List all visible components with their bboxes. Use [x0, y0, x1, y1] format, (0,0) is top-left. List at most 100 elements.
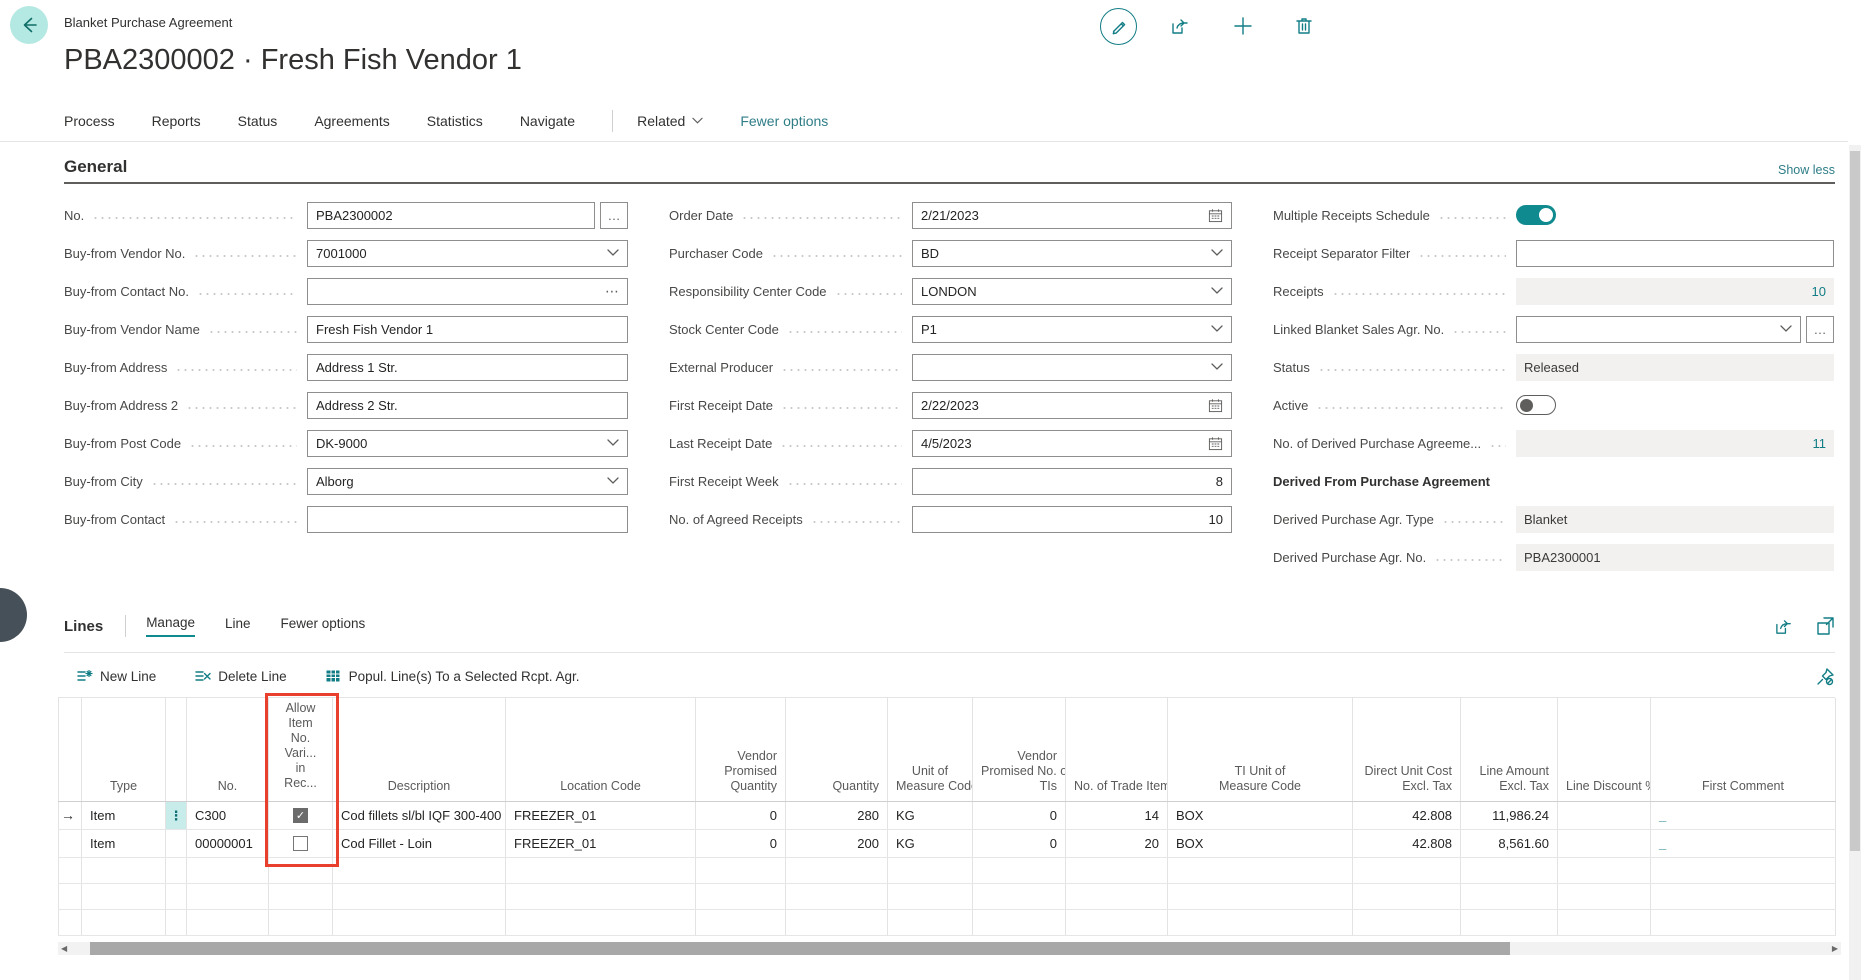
delete-line-button[interactable]: Delete Line	[194, 668, 286, 684]
empty-cell[interactable]	[333, 909, 506, 935]
tab-fewer-options[interactable]: Fewer options	[281, 616, 366, 636]
empty-cell[interactable]	[1651, 857, 1836, 883]
empty-cell[interactable]	[973, 883, 1066, 909]
cell-vpnt[interactable]: 0	[973, 801, 1066, 829]
empty-cell[interactable]	[1558, 883, 1651, 909]
cell-fc[interactable]: _	[1651, 829, 1836, 857]
empty-cell[interactable]	[1353, 883, 1461, 909]
cell-qty[interactable]: 200	[786, 829, 888, 857]
cell-vpq[interactable]: 0	[696, 801, 786, 829]
cell-tiuom[interactable]: BOX	[1168, 829, 1353, 857]
menu-item-process[interactable]: Process	[64, 113, 115, 129]
empty-cell[interactable]	[1461, 883, 1558, 909]
empty-cell[interactable]	[1168, 883, 1353, 909]
empty-cell[interactable]	[506, 909, 696, 935]
empty-cell[interactable]	[696, 883, 786, 909]
cell-allow[interactable]: ✓	[269, 801, 333, 829]
empty-cell[interactable]	[1461, 857, 1558, 883]
column-header-no[interactable]: No.	[187, 698, 269, 801]
scroll-left-arrow[interactable]: ◀	[61, 944, 67, 953]
unpin-pane-button[interactable]	[1816, 667, 1835, 686]
cell-ldisc[interactable]	[1558, 801, 1651, 829]
empty-cell[interactable]	[1168, 857, 1353, 883]
column-header-allow[interactable]: AllowItemNo.Vari...inRec...	[269, 698, 333, 801]
empty-cell[interactable]	[1353, 909, 1461, 935]
tab-line[interactable]: Line	[225, 616, 251, 636]
scroll-right-arrow[interactable]: ▶	[1832, 944, 1838, 953]
cell-noti[interactable]: 20	[1066, 829, 1168, 857]
edit-button[interactable]	[1100, 8, 1137, 45]
empty-cell[interactable]	[82, 883, 166, 909]
field-no-of-agreed-receipts-input[interactable]: 10	[912, 506, 1232, 533]
field-last-receipt-date-input[interactable]: 4/5/2023	[912, 430, 1232, 457]
empty-cell[interactable]	[59, 909, 82, 935]
allow-item-variance-checkbox[interactable]	[293, 836, 308, 851]
share-button[interactable]	[1170, 16, 1191, 36]
field-buy-from-vendor-name-input[interactable]: Fresh Fish Vendor 1	[307, 316, 628, 343]
empty-cell[interactable]	[888, 857, 973, 883]
empty-cell[interactable]	[506, 857, 696, 883]
cell-allow[interactable]	[269, 829, 333, 857]
tab-manage[interactable]: Manage	[146, 615, 195, 637]
empty-cell[interactable]	[269, 857, 333, 883]
cell-fc[interactable]: _	[1651, 801, 1836, 829]
cell-uom[interactable]: KG	[888, 801, 973, 829]
field-responsibility-center-code-input[interactable]: LONDON	[912, 278, 1232, 305]
cell-tiuom[interactable]: BOX	[1168, 801, 1353, 829]
field-stock-center-code-input[interactable]: P1	[912, 316, 1232, 343]
cell-noti[interactable]: 14	[1066, 801, 1168, 829]
field-buy-from-address-input[interactable]: Address 1 Str.	[307, 354, 628, 381]
cell-duc[interactable]: 42.808	[1353, 829, 1461, 857]
field-first-receipt-date-input[interactable]: 2/22/2023	[912, 392, 1232, 419]
menu-item-agreements[interactable]: Agreements	[314, 113, 389, 129]
empty-cell[interactable]	[786, 883, 888, 909]
empty-cell[interactable]	[696, 909, 786, 935]
vertical-scrollbar[interactable]	[1849, 145, 1861, 980]
field-linked-blanket-sales-agr-no-assist-button[interactable]: …	[1806, 316, 1834, 343]
collapsed-pane-handle[interactable]	[0, 588, 27, 642]
cell-type[interactable]: Item	[82, 801, 166, 829]
cell-qty[interactable]: 280	[786, 801, 888, 829]
horizontal-scrollbar[interactable]: ◀ ▶	[58, 942, 1841, 955]
cell-vpnt[interactable]: 0	[973, 829, 1066, 857]
empty-cell[interactable]	[187, 857, 269, 883]
field-buy-from-vendor-no-input[interactable]: 7001000	[307, 240, 628, 267]
empty-cell[interactable]	[333, 883, 506, 909]
cell-description[interactable]: Cod Fillet - Loin	[333, 829, 506, 857]
new-button[interactable]	[1233, 16, 1253, 36]
empty-cell[interactable]	[333, 857, 506, 883]
field-no-input[interactable]: PBA2300002	[307, 202, 595, 229]
column-header-type[interactable]: Type	[82, 698, 166, 801]
empty-cell[interactable]	[166, 883, 187, 909]
empty-cell[interactable]	[166, 909, 187, 935]
column-header-uom[interactable]: Unit ofMeasure Code	[888, 698, 973, 801]
empty-cell[interactable]	[973, 857, 1066, 883]
column-header-fc[interactable]: First Comment	[1651, 698, 1836, 801]
menu-item-reports[interactable]: Reports	[152, 113, 201, 129]
empty-cell[interactable]	[1558, 909, 1651, 935]
empty-cell[interactable]	[82, 857, 166, 883]
field-buy-from-contact-input[interactable]	[307, 506, 628, 533]
cell-duc[interactable]: 42.808	[1353, 801, 1461, 829]
open-in-new-window-icon[interactable]	[1816, 617, 1835, 636]
share-lines-icon[interactable]	[1774, 617, 1794, 636]
delete-button[interactable]	[1295, 16, 1313, 36]
empty-cell[interactable]	[1651, 883, 1836, 909]
empty-cell[interactable]	[166, 857, 187, 883]
empty-cell[interactable]	[187, 883, 269, 909]
empty-cell[interactable]	[1558, 857, 1651, 883]
cell-location[interactable]: FREEZER_01	[506, 829, 696, 857]
empty-cell[interactable]	[269, 883, 333, 909]
empty-cell[interactable]	[1066, 909, 1168, 935]
allow-item-variance-checkbox[interactable]: ✓	[293, 808, 308, 823]
empty-cell[interactable]	[1168, 909, 1353, 935]
empty-cell[interactable]	[1066, 883, 1168, 909]
menu-item-related[interactable]: Related	[637, 113, 703, 129]
empty-cell[interactable]	[269, 909, 333, 935]
populate-lines-button[interactable]: Popul. Line(s) To a Selected Rcpt. Agr.	[325, 668, 580, 684]
menu-item-statistics[interactable]: Statistics	[427, 113, 483, 129]
empty-cell[interactable]	[59, 857, 82, 883]
menu-item-status[interactable]: Status	[238, 113, 278, 129]
cell-lam[interactable]: 11,986.24	[1461, 801, 1558, 829]
field-no-assist-button[interactable]: …	[600, 202, 628, 229]
